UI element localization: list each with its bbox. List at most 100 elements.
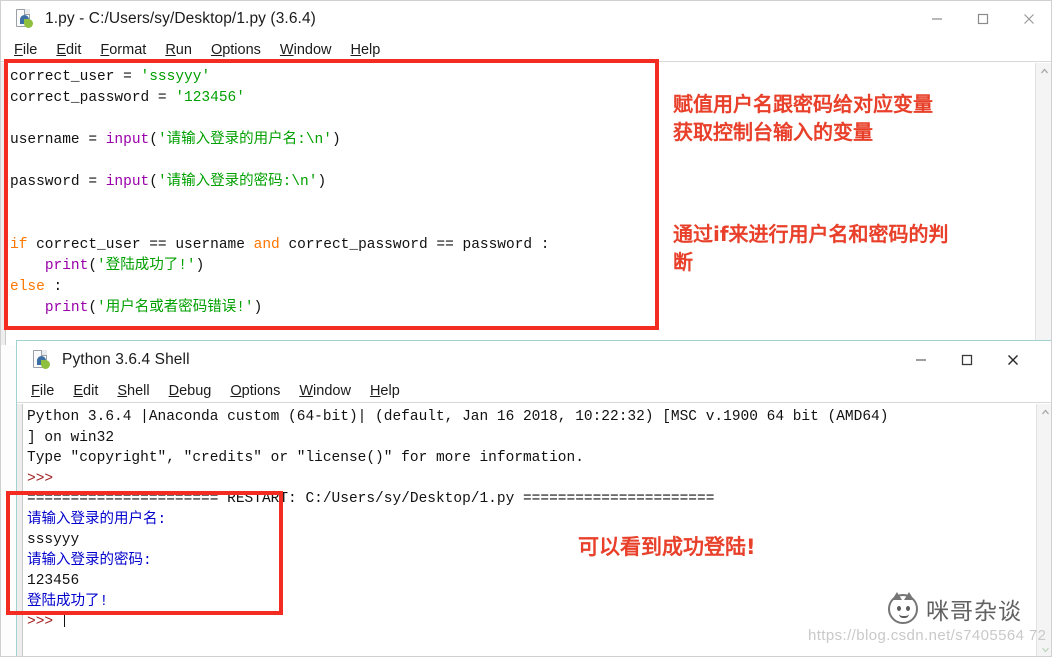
shell-line: ] on win32 [27, 428, 1016, 449]
shell-line: Python 3.6.4 |Anaconda custom (64-bit)| … [27, 407, 1016, 428]
shell-token: Python 3.6.4 |Anaconda custom (64-bit)| … [27, 409, 889, 425]
screenshot-root: 1.py - C:/Users/sy/Desktop/1.py (3.6.4) … [0, 0, 1052, 657]
shell-menu-file[interactable]: File [31, 383, 54, 399]
editor-menu-window[interactable]: Window [280, 42, 332, 58]
code-line: else : [10, 277, 1035, 298]
editor-menu-help[interactable]: Help [351, 42, 381, 58]
shell-token: Type "copyright", "credits" or "license(… [27, 450, 584, 466]
maximize-icon[interactable] [944, 341, 990, 379]
shell-menu-window[interactable]: Window [299, 383, 351, 399]
scroll-up-icon[interactable] [1037, 404, 1052, 421]
shell-line: ====================== RESTART: C:/Users… [27, 489, 1016, 510]
cat-face-icon [888, 592, 918, 624]
editor-menu-format[interactable]: Format [100, 42, 146, 58]
shell-line: >>> [27, 469, 1016, 490]
code-token: ) [253, 300, 263, 316]
code-token: correct_password == password : [279, 237, 550, 253]
scroll-up-icon[interactable] [1036, 63, 1052, 80]
editor-vertical-scrollbar[interactable] [1035, 63, 1052, 345]
code-token: username = [10, 132, 106, 148]
brand-watermark: 咪哥杂谈 [888, 592, 1022, 626]
shell-titlebar[interactable]: Python 3.6.4 Shell [17, 341, 1052, 379]
code-token: ( [88, 300, 98, 316]
minimize-icon[interactable] [898, 341, 944, 379]
shell-line: 请输入登录的用户名: [27, 510, 1016, 531]
shell-menu-options[interactable]: Options [230, 383, 280, 399]
code-token: '请输入登录的用户名:\n' [157, 132, 332, 148]
shell-title: Python 3.6.4 Shell [62, 351, 190, 368]
shell-token: 登陆成功了! [27, 593, 109, 610]
editor-window: 1.py - C:/Users/sy/Desktop/1.py (3.6.4) … [0, 0, 1052, 345]
shell-window-controls [898, 341, 1036, 379]
minimize-icon[interactable] [914, 0, 960, 38]
shell-line: 123456 [27, 571, 1016, 592]
text-cursor [63, 613, 66, 627]
annotation-if-note: 通过if来进行用户名和密码的判 断 [673, 222, 949, 274]
editor-title: 1.py - C:/Users/sy/Desktop/1.py (3.6.4) [45, 10, 316, 27]
editor-gutter [0, 63, 6, 345]
editor-menu-options[interactable]: Options [211, 42, 261, 58]
code-token: ( [149, 174, 158, 190]
code-token: '登陆成功了!' [97, 258, 196, 274]
close-icon[interactable] [990, 341, 1036, 379]
code-token: print [44, 300, 89, 316]
editor-window-controls [914, 0, 1052, 38]
code-line: print('用户名或者密码错误!') [10, 298, 1035, 319]
shell-menu-help[interactable]: Help [370, 383, 400, 399]
close-icon[interactable] [1006, 0, 1052, 38]
shell-line: 登陆成功了! [27, 592, 1016, 613]
editor-titlebar[interactable]: 1.py - C:/Users/sy/Desktop/1.py (3.6.4) [0, 0, 1052, 38]
csdn-url-watermark: https://blog.csdn.net/s7405564 72 [808, 627, 1047, 644]
code-token: '用户名或者密码错误!' [97, 300, 254, 316]
code-line: password = input('请输入登录的密码:\n') [10, 172, 1035, 193]
code-token: correct_password = [10, 90, 176, 106]
code-token: ) [317, 174, 327, 190]
code-token: 'sssyyy' [140, 69, 211, 85]
shell-token: ] on win32 [27, 429, 115, 446]
editor-menu-file[interactable]: File [14, 42, 37, 58]
code-token: '123456' [175, 90, 245, 106]
shell-menu-shell[interactable]: Shell [117, 383, 149, 399]
shell-token: ====================== RESTART: C:/Users… [27, 491, 715, 507]
shell-token: >>> [27, 614, 62, 630]
shell-line: Type "copyright", "credits" or "license(… [27, 448, 1016, 469]
code-token: else [10, 279, 45, 295]
shell-gutter [17, 404, 23, 657]
python-file-icon [14, 8, 36, 30]
shell-token: sssyyy [27, 532, 80, 548]
code-token: if [10, 237, 28, 253]
editor-menubar: File Edit Format Run Options Window Help [0, 38, 1052, 62]
python-file-icon [31, 349, 53, 371]
shell-text-area[interactable]: Python 3.6.4 |Anaconda custom (64-bit)| … [17, 404, 1036, 657]
code-token: password = [10, 174, 106, 190]
shell-vertical-scrollbar[interactable] [1036, 404, 1052, 657]
editor-menu-run[interactable]: Run [165, 42, 192, 58]
shell-token: 123456 [27, 573, 80, 589]
code-token: ) [331, 132, 341, 148]
shell-output-lines: Python 3.6.4 |Anaconda custom (64-bit)| … [27, 407, 1016, 633]
code-token: ) [195, 258, 205, 274]
shell-token: 请输入登录的用户名: [27, 511, 167, 528]
code-token: and [253, 237, 280, 253]
code-token: correct_user = [10, 69, 141, 85]
annotation-assign-note: 赋值用户名跟密码给对应变量 获取控制台输入的变量 [673, 92, 933, 144]
shell-menu-edit[interactable]: Edit [73, 383, 98, 399]
code-token: '请输入登录的密码:\n' [157, 174, 318, 190]
shell-token: 请输入登录的密码: [27, 552, 152, 569]
code-token: ( [149, 132, 158, 148]
annotation-success-note: 可以看到成功登陆! [578, 535, 756, 559]
editor-menu-edit[interactable]: Edit [56, 42, 81, 58]
code-token: print [44, 258, 89, 274]
code-token: input [105, 132, 150, 148]
code-token: : [44, 279, 63, 295]
code-token: correct_user == username [27, 237, 254, 253]
shell-menu-debug[interactable]: Debug [169, 383, 212, 399]
shell-menubar: File Edit Shell Debug Options Window Help [17, 379, 1052, 403]
shell-token: >>> [27, 470, 62, 487]
maximize-icon[interactable] [960, 0, 1006, 38]
code-line: correct_user = 'sssyyy' [10, 67, 1035, 88]
